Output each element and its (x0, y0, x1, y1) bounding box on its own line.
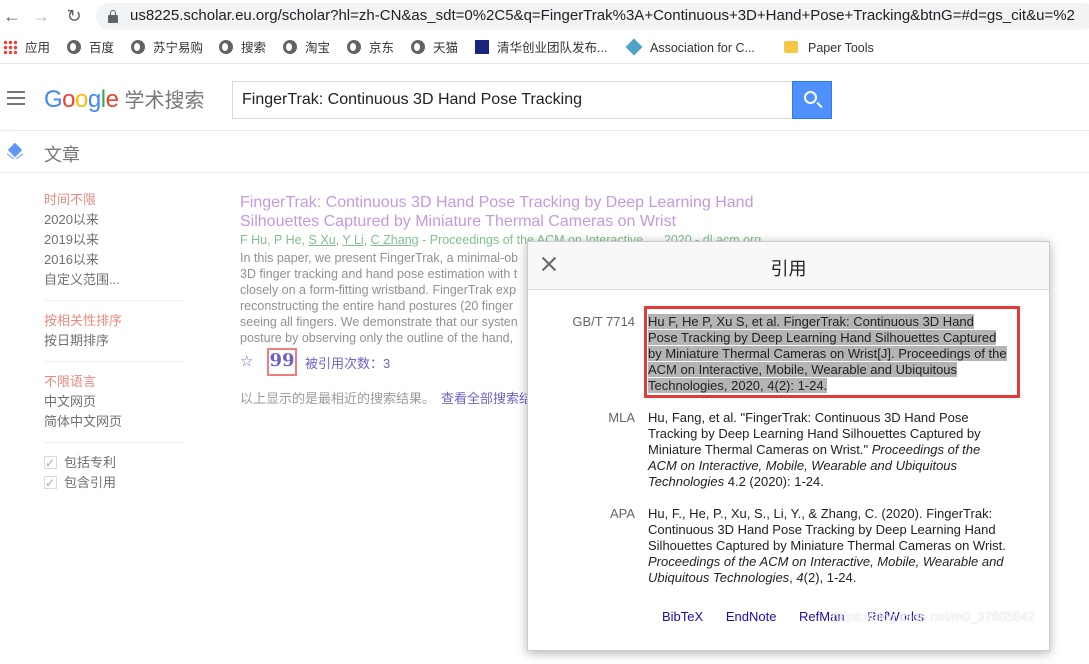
bookmark-taobao[interactable]: 淘宝 (283, 40, 330, 58)
globe-icon (411, 40, 425, 54)
bookmark-jd[interactable]: 京东 (347, 40, 394, 58)
author-link[interactable]: S Xu (309, 233, 336, 247)
sort-by-relevance[interactable]: 按相关性排序 (44, 311, 184, 331)
articles-icon (7, 142, 23, 160)
tsinghua-logo-icon (475, 40, 489, 54)
sort-by-date[interactable]: 按日期排序 (44, 331, 184, 351)
citation-format-label: MLA (608, 410, 635, 425)
acm-diamond-icon (625, 38, 643, 56)
globe-icon (219, 40, 233, 54)
checkbox-icon[interactable] (44, 473, 57, 493)
folder-icon (784, 41, 798, 53)
citation-text[interactable]: Hu, F., He, P., Xu, S., Li, Y., & Zhang,… (648, 506, 1016, 586)
filter-any-time[interactable]: 时间不限 (44, 190, 184, 210)
lang-chinese-pages[interactable]: 中文网页 (44, 392, 184, 412)
address-bar[interactable]: us8225.scholar.eu.org/scholar?hl=zh-CN&a… (96, 3, 1089, 30)
view-all-results-link[interactable]: 查看全部搜索结 (441, 391, 532, 406)
forward-icon[interactable]: → (29, 4, 53, 28)
citation-format-label: APA (609, 506, 635, 521)
author-link[interactable]: C Zhang (371, 233, 419, 247)
bookmark-paper-tools[interactable]: Paper Tools (784, 40, 874, 58)
section-title: 文章 (44, 145, 80, 165)
filter-since-2020[interactable]: 2020以来 (44, 210, 184, 230)
globe-icon (67, 40, 81, 54)
citation-text[interactable]: Hu F, He P, Xu S, et al. FingerTrak: Con… (648, 314, 1016, 394)
google-scholar-logo[interactable]: Google 学术搜索 (44, 84, 204, 114)
watermark: https://blog.csdn.net/m0_37605642 (832, 609, 1036, 624)
export-bibtex-link[interactable]: BibTeX (662, 609, 703, 624)
lang-any[interactable]: 不限语言 (44, 372, 184, 392)
star-icon[interactable]: ☆ (240, 352, 253, 370)
result-title-link[interactable]: FingerTrak: Continuous 3D Hand Pose Trac… (240, 193, 800, 231)
bookmark-acm[interactable]: Association for C... (625, 38, 755, 58)
search-input[interactable] (233, 82, 793, 118)
divider (44, 300, 184, 301)
filter-sidebar: 时间不限 2020以来 2019以来 2016以来 自定义范围... 按相关性排… (44, 190, 184, 493)
url-text[interactable]: us8225.scholar.eu.org/scholar?hl=zh-CN&a… (130, 7, 1075, 24)
bookmarks-bar: 应用 百度 苏宁易购 搜索 淘宝 京东 天猫 清华创业团队发布... Assoc… (0, 33, 1089, 64)
citation-format-label: GB/T 7714 (572, 314, 635, 329)
apps-grid-icon (3, 40, 17, 54)
cited-by-link[interactable]: 被引用次数：3 (305, 353, 390, 372)
author-link[interactable]: Y Li (342, 233, 363, 247)
include-patents-checkbox[interactable]: 包括专利 (44, 453, 184, 473)
search-button[interactable] (792, 81, 832, 119)
bookmark-search[interactable]: 搜索 (219, 40, 266, 58)
menu-icon[interactable] (7, 91, 25, 105)
bookmark-baidu[interactable]: 百度 (67, 40, 114, 58)
filter-since-2016[interactable]: 2016以来 (44, 250, 184, 270)
section-bar: 文章 (0, 131, 1089, 173)
bookmark-tmall[interactable]: 天猫 (411, 40, 458, 58)
citation-text[interactable]: Hu, Fang, et al. "FingerTrak: Continuous… (648, 410, 1016, 490)
globe-icon (283, 40, 297, 54)
lock-icon (108, 10, 118, 23)
divider (44, 442, 184, 443)
cite-dialog: 引用 GB/T 7714 Hu F, He P, Xu S, et al. Fi… (527, 241, 1050, 651)
filter-since-2019[interactable]: 2019以来 (44, 230, 184, 250)
results-footer: 以上显示的是最相近的搜索结果。 查看全部搜索结 (240, 391, 533, 406)
browser-toolbar: ← → ↻ us8225.scholar.eu.org/scholar?hl=z… (0, 0, 1089, 33)
divider (44, 361, 184, 362)
cite-quote-icon[interactable]: 99 (267, 348, 297, 376)
scholar-header: Google 学术搜索 (0, 64, 1089, 131)
globe-icon (131, 40, 145, 54)
search-input-wrapper (232, 81, 793, 119)
bookmark-apps[interactable]: 应用 (3, 40, 50, 58)
back-icon[interactable]: ← (0, 4, 24, 28)
bookmark-tsinghua[interactable]: 清华创业团队发布... (475, 40, 607, 58)
reload-icon[interactable]: ↻ (62, 4, 86, 28)
include-citations-checkbox[interactable]: 包含引用 (44, 473, 184, 493)
dialog-header: 引用 (528, 242, 1049, 290)
export-endnote-link[interactable]: EndNote (726, 609, 777, 624)
bookmark-suning[interactable]: 苏宁易购 (131, 40, 203, 58)
filter-custom-range[interactable]: 自定义范围... (44, 270, 184, 290)
search-icon (804, 91, 817, 104)
lang-simplified-chinese[interactable]: 简体中文网页 (44, 412, 184, 432)
checkbox-icon[interactable] (44, 453, 57, 473)
globe-icon (347, 40, 361, 54)
dialog-title: 引用 (770, 259, 807, 279)
